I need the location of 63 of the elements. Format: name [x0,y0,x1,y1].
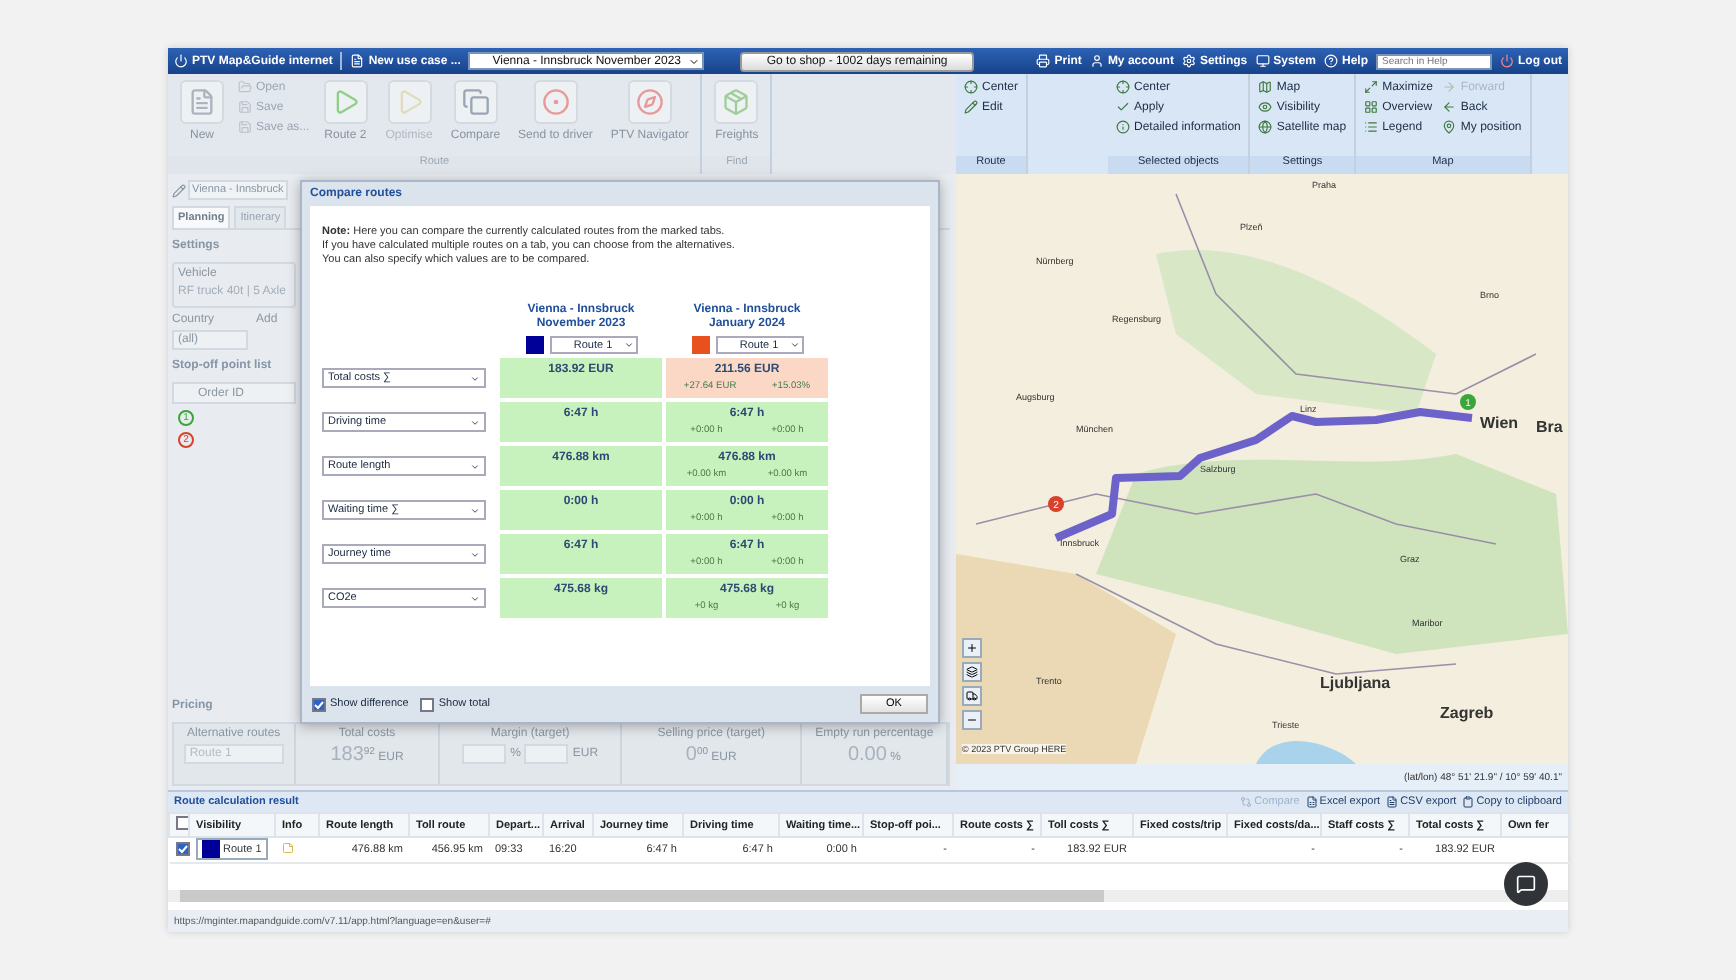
help-icon [1323,54,1338,68]
pencil-icon [964,100,978,114]
package-icon [722,88,751,116]
arrow-left-icon [1442,100,1457,114]
caret-icon [688,55,701,67]
crosshair-icon [1116,80,1131,94]
play-icon [331,88,360,116]
pin-icon [1442,120,1457,134]
copy-icon [461,88,490,116]
caret-icon [623,340,633,350]
crosshair-icon [964,80,978,94]
document-icon [1386,796,1399,808]
truck-button[interactable] [962,686,982,706]
caret-icon [789,340,799,350]
info-icon [1116,120,1131,134]
caret-icon [470,417,480,427]
save-icon [238,120,252,134]
print-icon [1036,54,1051,68]
caret-icon [470,549,480,559]
monitor-icon [1255,54,1270,68]
caret-icon [470,373,480,383]
map-icon [1258,80,1273,94]
spreadsheet-icon [1305,796,1318,808]
zoom-in-button[interactable] [962,638,982,658]
document-icon [350,54,365,68]
city-label: Ljubljana [1320,674,1391,692]
folder-icon [238,80,252,94]
caret-icon [470,505,480,515]
power-icon [1500,54,1514,68]
pencil-icon [172,183,186,197]
city-label: Zagreb [1440,704,1494,722]
save-icon [238,100,252,114]
checkbox[interactable] [176,816,187,830]
truck-icon [966,690,978,702]
globe-icon [1258,120,1273,134]
checkbox[interactable] [175,842,189,856]
record-icon [541,88,570,116]
margin-field[interactable] [524,744,569,764]
compare-icon [1240,796,1253,808]
caret-icon [470,593,480,603]
layers-button[interactable] [962,662,982,682]
note-icon [281,842,293,854]
margin-field[interactable] [462,744,507,764]
plus-icon [966,642,978,654]
layers-icon [966,666,978,678]
grid-icon [1364,100,1379,114]
settings-icon [1181,54,1196,68]
clipboard-icon [1462,796,1475,808]
play-icon [395,88,424,116]
caret-icon [470,461,480,471]
city-label: Bra [1536,418,1563,436]
maximize-icon [1364,80,1379,94]
city-label: Wien [1480,414,1519,432]
user-icon [1089,54,1104,68]
arrow-right-icon [1442,80,1457,94]
minus-icon [966,714,978,726]
list-icon [1364,120,1379,134]
check-icon [1116,100,1131,114]
document-icon [188,88,216,116]
chat-icon [1516,874,1536,894]
eye-icon [1258,100,1273,114]
zoom-out-button[interactable] [962,710,982,730]
compass-icon [635,88,664,116]
